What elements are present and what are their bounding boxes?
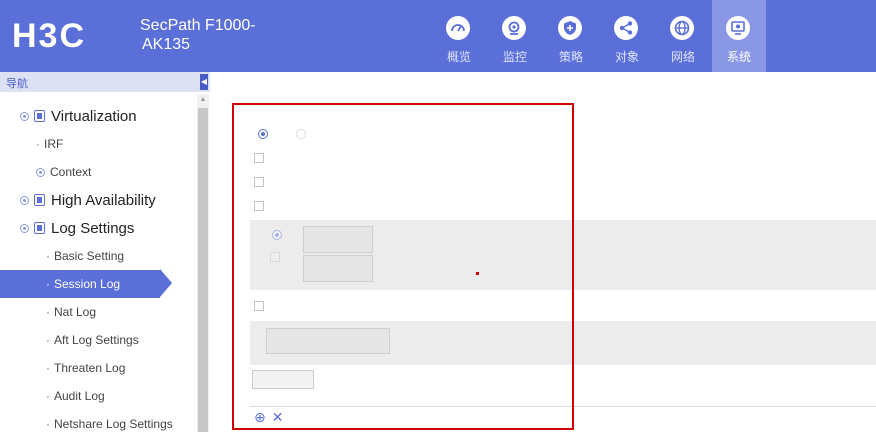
selected-item-arrow [160,269,172,297]
nav-monitor-label: 监控 [502,50,527,64]
radio-option-2[interactable] [296,129,306,139]
bullet-icon: · [46,417,50,431]
h3c-logo: H3C [12,17,87,55]
sidebar-item-label: Audit Log [54,389,105,403]
section-radio-1[interactable] [272,230,282,240]
sidebar-item-audit-log[interactable]: · Audit Log [0,382,197,410]
nav-monitor[interactable]: 监控 [488,0,542,72]
sidebar-item-label: IRF [44,137,64,151]
expand-icon [36,167,45,177]
share-nodes-icon [614,16,638,40]
sidebar-item-threaten-log[interactable]: · Threaten Log [0,354,197,382]
top-header: H3C SecPath F1000- AK135 概览 监控 策略 对象 网络 … [0,0,876,72]
checkbox-4[interactable] [254,301,264,311]
toolbar-divider [250,406,876,407]
sidebar-scrollbar[interactable]: ▲ [197,94,209,432]
top-nav: 概览 监控 策略 对象 网络 系统 [432,0,768,72]
checkbox-1[interactable] [254,153,264,163]
sidebar-title: 导航 [6,77,28,90]
gauge-icon [446,16,470,40]
section-checkbox[interactable] [270,252,280,262]
nav-overview-label: 概览 [446,50,471,64]
scroll-up-icon[interactable]: ▲ [197,94,209,106]
sidebar-item-label: Session Log [54,277,121,291]
bullet-icon: · [46,277,50,291]
sidebar-title-bar: 导航 [0,72,210,92]
nav-system-label: 系统 [726,50,751,64]
bullet-icon: · [36,137,40,151]
expand-icon [20,195,29,205]
nav-policy[interactable]: 策略 [544,0,598,72]
list-toolbar: ⊕ ✕ [254,409,283,426]
product-name: SecPath F1000- AK135 [140,16,256,54]
folder-icon [34,222,45,234]
monitor-eye-icon [502,16,526,40]
sidebar-item-label: Aft Log Settings [54,333,139,347]
nav-network[interactable]: 网络 [656,0,710,72]
sidebar-item-aft-log-settings[interactable]: · Aft Log Settings [0,326,197,354]
sidebar-item-context[interactable]: Context [0,158,197,186]
expand-icon [20,111,29,121]
sidebar-item-label: Virtualization [51,107,137,125]
nav-policy-label: 策略 [558,50,583,64]
product-name-line1: SecPath F1000- [140,17,256,34]
sidebar-item-label: High Availability [51,191,156,209]
nav-object-label: 对象 [614,50,639,64]
section-input-1[interactable] [303,226,373,253]
globe-icon [670,16,694,40]
checkbox-2[interactable] [254,177,264,187]
bullet-icon: · [46,249,50,263]
scrollbar-thumb[interactable] [198,108,208,432]
folder-icon [34,110,45,122]
sidebar-item-label: Nat Log [54,305,97,319]
collapse-sidebar-button[interactable]: ◀ [200,74,208,90]
add-icon[interactable]: ⊕ [254,409,266,426]
expand-icon [20,223,29,233]
sidebar-item-irf[interactable]: · IRF [0,130,197,158]
sidebar-item-label: Log Settings [51,219,135,237]
bullet-icon: · [46,361,50,375]
product-name-line2: AK135 [142,36,191,53]
checkbox-3[interactable] [254,201,264,211]
radio-option-1[interactable] [258,129,268,139]
nav-object[interactable]: 对象 [600,0,654,72]
sidebar-item-high-availability[interactable]: High Availability [0,186,197,214]
sidebar-item-virtualization[interactable]: Virtualization [0,102,197,130]
marker-dot [476,272,479,275]
system-display-icon [726,16,750,40]
sidebar-item-basic-setting[interactable]: · Basic Setting [0,242,197,270]
nav-overview[interactable]: 概览 [432,0,486,72]
shield-plus-icon [558,16,582,40]
sidebar-item-netshare-log-settings[interactable]: · Netshare Log Settings [0,410,197,438]
nav-system[interactable]: 系统 [712,0,766,72]
delete-icon[interactable]: ✕ [272,409,284,426]
sidebar-item-label: Netshare Log Settings [54,417,173,431]
sidebar-item-label: Basic Setting [54,249,125,263]
bullet-icon: · [46,305,50,319]
sidebar-item-log-settings[interactable]: Log Settings [0,214,197,242]
sidebar-item-session-log[interactable]: · Session Log [0,270,160,298]
sidebar-item-label: Context [50,165,92,179]
bullet-icon: · [46,333,50,347]
section-input-2[interactable] [303,255,373,282]
section-input-3[interactable] [266,328,390,354]
sidebar-item-nat-log[interactable]: · Nat Log [0,298,197,326]
sidebar: Virtualization · IRF Context High Availab… [0,92,210,432]
nav-network-label: 网络 [670,50,695,64]
apply-button[interactable] [252,370,314,389]
sidebar-item-label: Threaten Log [54,361,126,375]
folder-icon [34,194,45,206]
bullet-icon: · [46,389,50,403]
